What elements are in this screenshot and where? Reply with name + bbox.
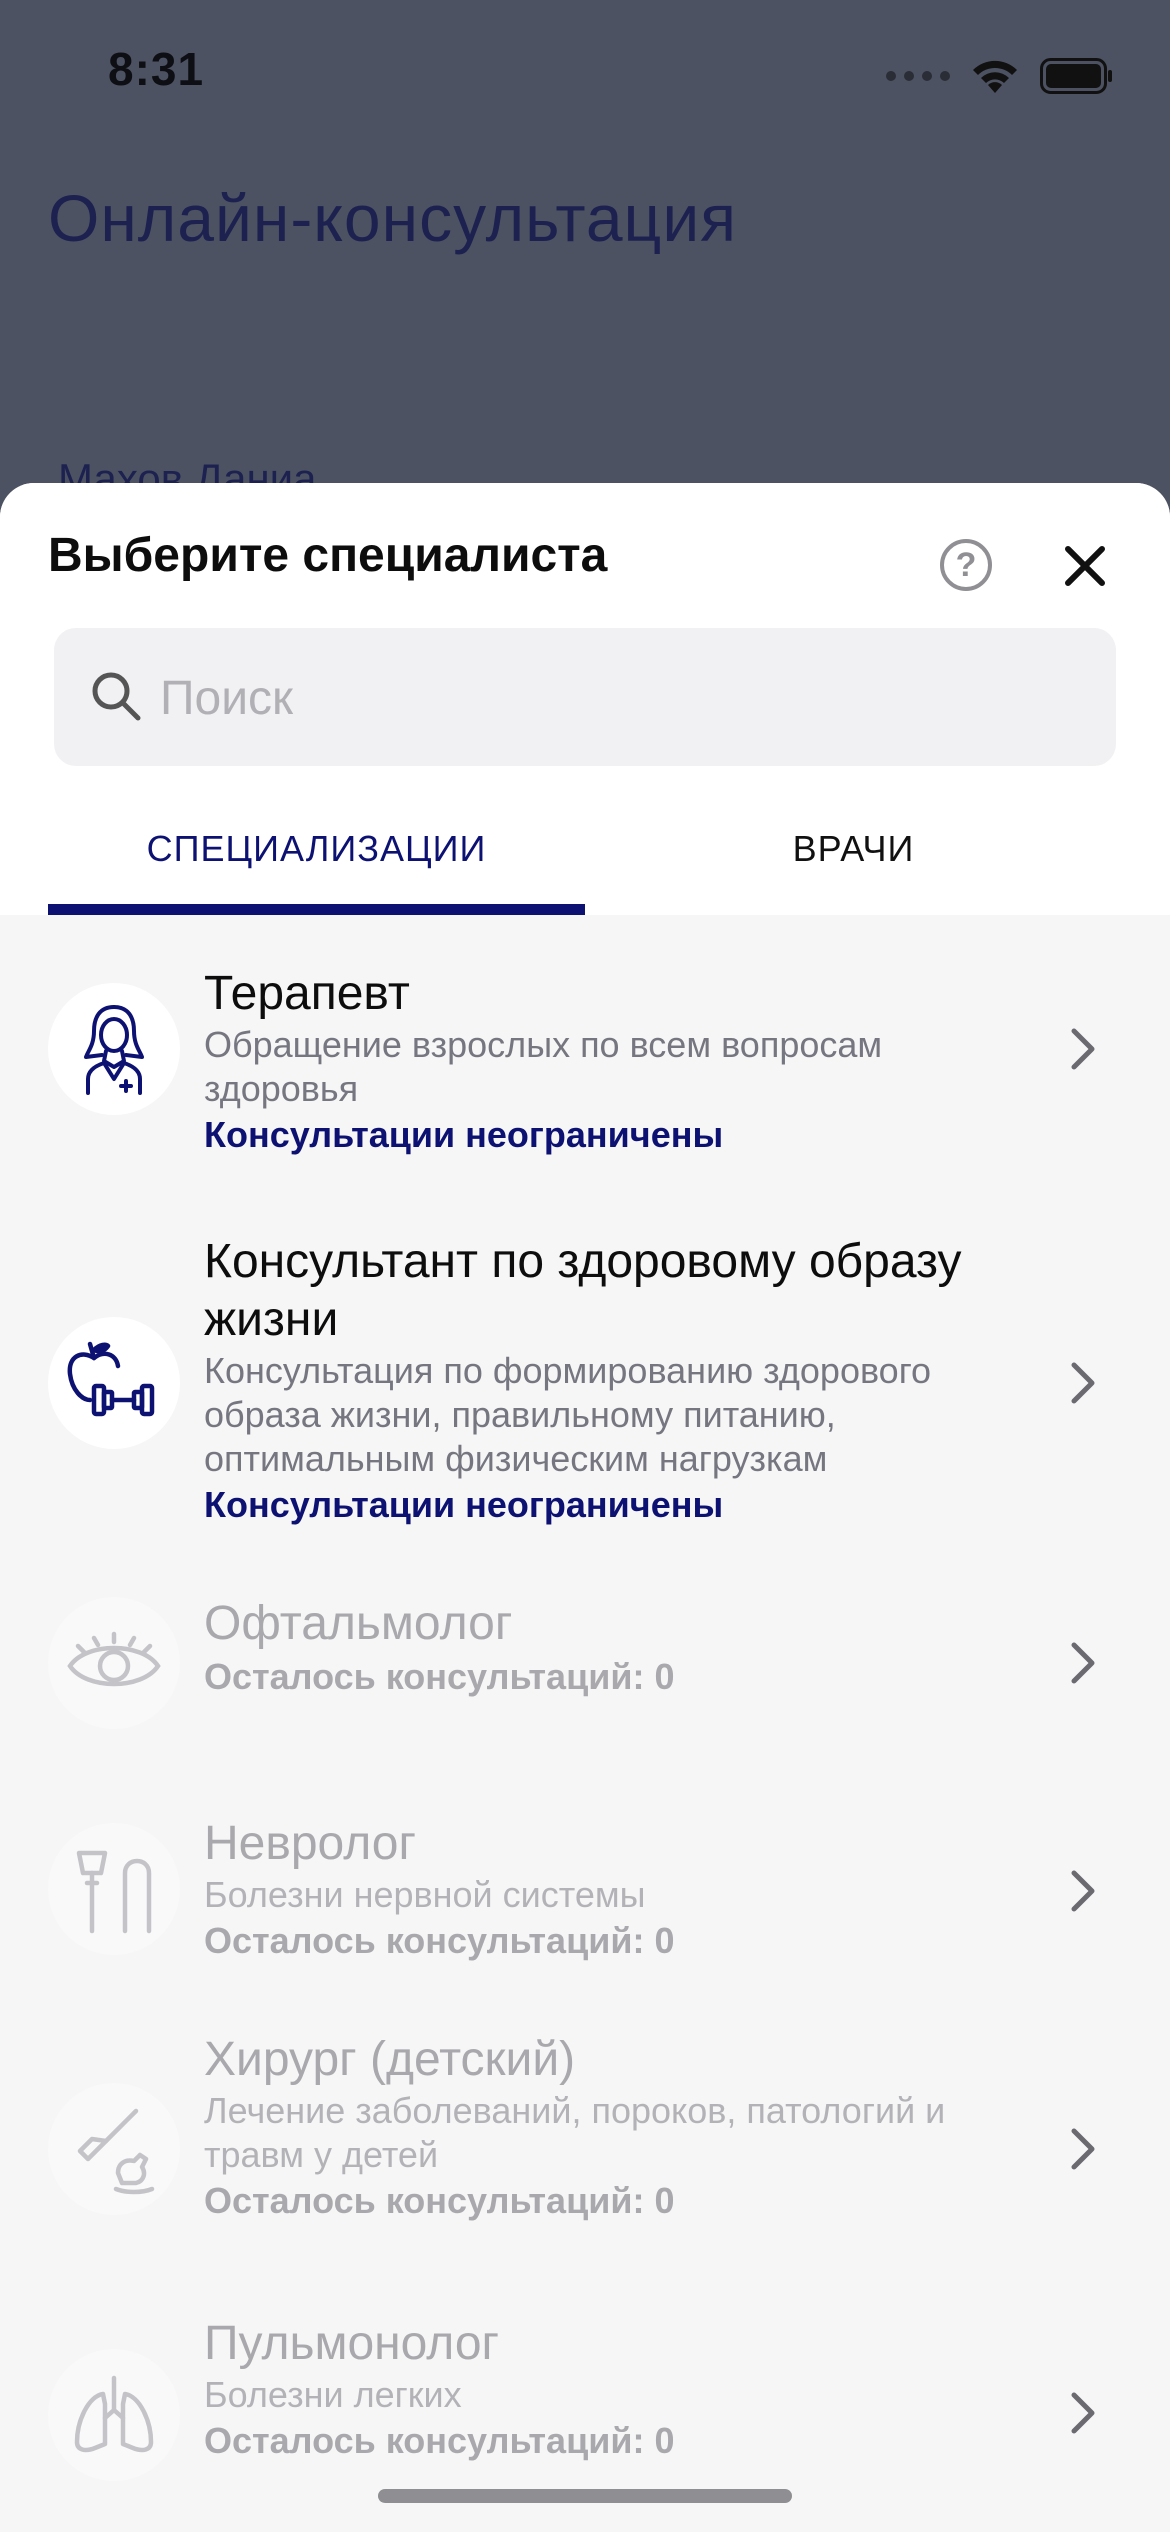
- list-item-ophthalmologist[interactable]: Офтальмолог Осталось консультаций: 0: [0, 1555, 1170, 1775]
- chevron-right-icon: [1071, 2128, 1095, 2170]
- eye-icon: [48, 1597, 180, 1729]
- page-title: Онлайн-консультация: [48, 181, 737, 255]
- item-description: Болезни нервной системы: [204, 1874, 646, 1915]
- item-text: Невролог Болезни нервной системы Осталос…: [204, 1815, 1004, 1965]
- tab-doctors[interactable]: ВРАЧИ: [585, 783, 1122, 915]
- battery-icon: [1040, 58, 1112, 94]
- sheet-title: Выберите специалиста: [48, 529, 608, 582]
- item-quota: Осталось консультаций: 0: [204, 2180, 675, 2221]
- item-description: Лечение заболеваний, пороков, патологий …: [204, 2090, 946, 2175]
- item-title: Пульмонолог: [204, 2317, 500, 2370]
- item-title: Офтальмолог: [204, 1597, 513, 1650]
- item-description: Обращение взрослых по всем вопросам здор…: [204, 1024, 883, 1109]
- apple-dumbbell-icon: [48, 1317, 180, 1449]
- item-quota: Осталось консультаций: 0: [204, 1656, 675, 1697]
- list-item-therapist[interactable]: Терапевт Обращение взрослых по всем вопр…: [0, 915, 1170, 1215]
- status-time: 8:31: [108, 43, 205, 95]
- item-title: Невролог: [204, 1817, 416, 1870]
- item-text: Терапевт Обращение взрослых по всем вопр…: [204, 965, 1004, 1159]
- item-title: Терапевт: [204, 967, 410, 1020]
- sheet-header: Выберите специалиста ? СПЕЦИАЛИЗАЦИИ ВРА…: [0, 483, 1170, 915]
- chevron-right-icon: [1071, 1028, 1095, 1070]
- specialist-sheet: Выберите специалиста ? СПЕЦИАЛИЗАЦИИ ВРА…: [0, 483, 1170, 2532]
- item-text: Офтальмолог Осталось консультаций: 0: [204, 1595, 1004, 1701]
- list-item-neurologist[interactable]: Невролог Болезни нервной системы Осталос…: [0, 1775, 1170, 2015]
- chevron-right-icon: [1071, 1870, 1095, 1912]
- item-quota: Осталось консультаций: 0: [204, 2420, 675, 2461]
- list-item-healthy-lifestyle[interactable]: Консультант по здоровому образу жизни Ко…: [0, 1215, 1170, 1555]
- scalpel-horse-icon: [48, 2083, 180, 2215]
- tab-specializations[interactable]: СПЕЦИАЛИЗАЦИИ: [48, 783, 585, 915]
- status-icons: [886, 52, 1114, 100]
- list-item-pediatric-surgeon[interactable]: Хирург (детский) Лечение заболеваний, по…: [0, 2015, 1170, 2285]
- item-text: Консультант по здоровому образу жизни Ко…: [204, 1233, 1004, 1529]
- wifi-icon: [973, 60, 1017, 93]
- chevron-right-icon: [1071, 1642, 1095, 1684]
- doctor-icon: [48, 983, 180, 1115]
- chevron-right-icon: [1071, 1362, 1095, 1404]
- item-quota: Консультации неограничены: [204, 1114, 724, 1155]
- search-input[interactable]: [158, 658, 1062, 738]
- chevron-right-icon: [1071, 2392, 1095, 2434]
- search-box[interactable]: [54, 628, 1116, 766]
- search-icon: [92, 672, 141, 721]
- item-title: Консультант по здоровому образу жизни: [204, 1235, 962, 1346]
- lungs-icon: [48, 2349, 180, 2481]
- specialist-list: Терапевт Обращение взрослых по всем вопр…: [0, 915, 1170, 2532]
- item-text: Пульмонолог Болезни легких Осталось конс…: [204, 2315, 1004, 2465]
- item-text: Хирург (детский) Лечение заболеваний, по…: [204, 2031, 1004, 2225]
- item-description: Болезни легких: [204, 2374, 462, 2415]
- cellular-signal-icon: [886, 71, 950, 81]
- item-quota: Консультации неограничены: [204, 1484, 724, 1525]
- tab-bar: СПЕЦИАЛИЗАЦИИ ВРАЧИ: [48, 783, 1122, 915]
- item-quota: Осталось консультаций: 0: [204, 1920, 675, 1961]
- status-bar: 8:31: [0, 0, 1170, 150]
- item-title: Хирург (детский): [204, 2033, 576, 2086]
- reflex-hammer-icon: [48, 1823, 180, 1955]
- close-button[interactable]: [1060, 541, 1110, 591]
- item-description: Консультация по формированию здорового о…: [204, 1350, 932, 1479]
- question-icon: ?: [955, 545, 977, 584]
- home-indicator[interactable]: [378, 2489, 792, 2503]
- help-button[interactable]: ?: [940, 539, 992, 591]
